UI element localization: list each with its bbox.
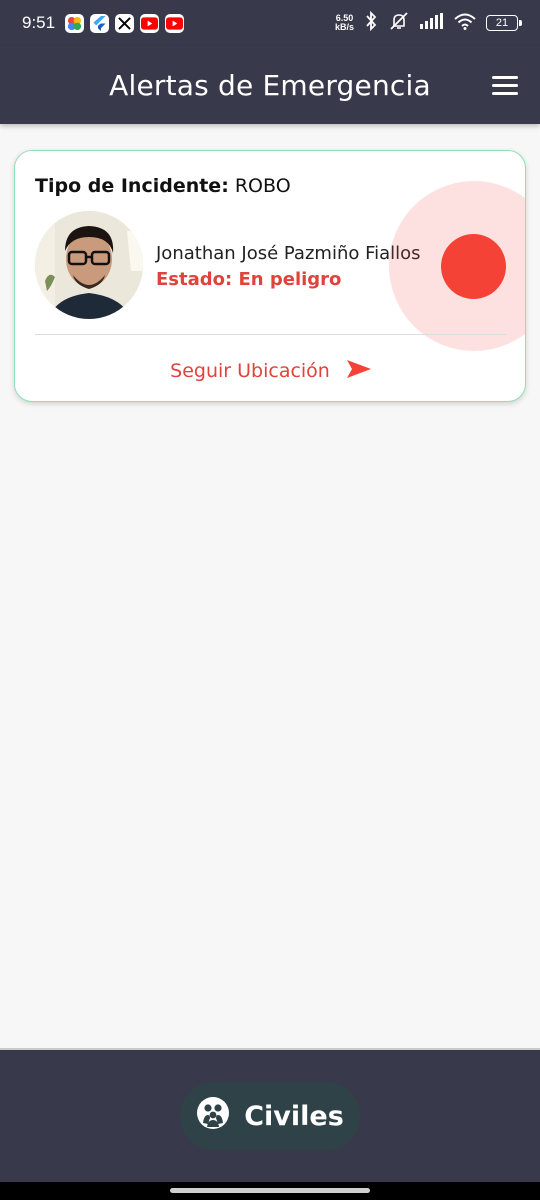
youtube-icon	[165, 13, 185, 33]
avatar	[35, 211, 143, 319]
send-arrow-icon	[346, 359, 372, 384]
status-indicators: 6.50 kB/s 21	[335, 10, 522, 35]
x-icon	[115, 13, 135, 33]
group-icon	[196, 1096, 230, 1137]
bottom-bar: Civiles	[0, 1048, 540, 1182]
network-speed: 6.50 kB/s	[335, 14, 354, 32]
network-speed-unit: kB/s	[334, 22, 354, 32]
battery-icon: 21	[486, 15, 522, 31]
status-time: 9:51	[22, 13, 56, 32]
hamburger-menu-icon[interactable]	[492, 70, 522, 100]
signal-icon	[420, 13, 444, 33]
incident-type-value: ROBO	[234, 175, 291, 197]
flutter-icon	[90, 13, 110, 33]
alert-indicator-dot	[441, 234, 506, 299]
card-divider	[35, 334, 507, 335]
home-indicator[interactable]	[170, 1188, 370, 1193]
person-name: Jonathan José Pazmiño Fiallos	[156, 243, 421, 264]
civiles-button-label: Civiles	[244, 1100, 344, 1132]
alert-card[interactable]: Tipo de Incidente: ROBO Jonathan José Pa…	[14, 150, 526, 402]
mute-icon	[388, 11, 410, 35]
incident-type-label: Tipo de Incidente:	[35, 175, 229, 197]
incident-type: Tipo de Incidente: ROBO	[35, 175, 291, 197]
status-badge: Estado: En peligro	[156, 269, 342, 290]
follow-location-button[interactable]: Seguir Ubicación	[15, 351, 525, 391]
system-navigation-bar	[0, 1182, 540, 1200]
battery-level: 21	[495, 17, 509, 29]
civiles-button[interactable]: Civiles	[180, 1082, 360, 1150]
status-bar: 9:51 6.50 kB/s 21	[0, 0, 540, 46]
page-title: Alertas de Emergencia	[109, 68, 431, 102]
wifi-icon	[454, 13, 476, 34]
app-bar: Alertas de Emergencia	[0, 46, 540, 124]
youtube-icon	[140, 13, 160, 33]
photos-icon	[65, 13, 85, 33]
status-app-icons	[65, 13, 185, 33]
bluetooth-icon	[364, 10, 378, 35]
follow-location-label: Seguir Ubicación	[170, 360, 330, 382]
